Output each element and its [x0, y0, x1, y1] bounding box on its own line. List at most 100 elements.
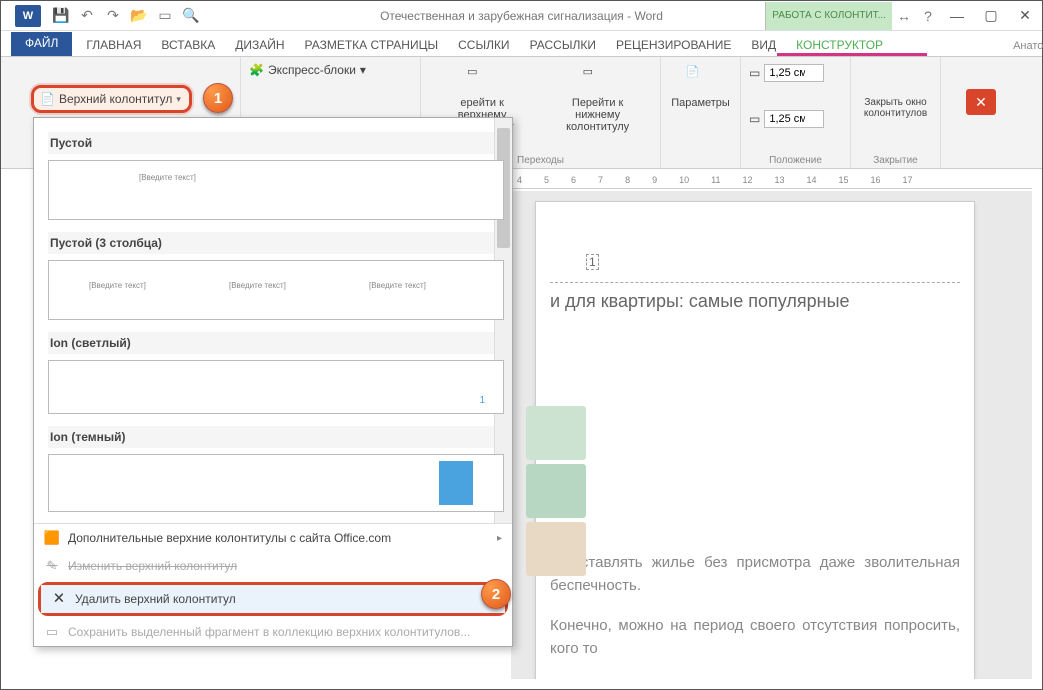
- document-page[interactable]: 1 и для квартиры: самые популярные го ос…: [535, 201, 975, 679]
- ruler-mark: 13: [774, 175, 784, 185]
- undo-icon[interactable]: ↶: [79, 8, 95, 24]
- footer-nav-icon: ▭: [583, 65, 613, 95]
- close-header-footer-button[interactable]: Закрыть окно колонтитулов: [859, 61, 932, 123]
- collapse-ribbon-icon[interactable]: ↔: [892, 8, 916, 24]
- gallery-section-empty: Пустой: [48, 132, 504, 154]
- gallery-delete-header-highlight: 🗙 Удалить верхний колонтитул 2: [38, 582, 508, 616]
- gallery-item-ion-dark[interactable]: [48, 454, 504, 512]
- document-paragraph-1: го оставлять жилье без присмотра даже зв…: [550, 552, 960, 597]
- tab-review[interactable]: РЕЦЕНЗИРОВАНИЕ: [606, 34, 741, 56]
- edit-icon: ✎: [44, 558, 60, 574]
- header-from-top-icon: ▭: [749, 66, 760, 80]
- ruler-mark: 5: [544, 175, 549, 185]
- ruler-mark: 16: [871, 175, 881, 185]
- ruler-mark: 7: [598, 175, 603, 185]
- gallery-edit-header[interactable]: ✎ Изменить верхний колонтитул: [34, 552, 512, 580]
- office-icon: 🟧: [44, 530, 60, 546]
- ruler-mark: 8: [625, 175, 630, 185]
- header-from-top-input[interactable]: [764, 64, 824, 82]
- gallery-edit-label: Изменить верхний колонтитул: [68, 559, 237, 573]
- window-title: Отечественная и зарубежная сигнализация …: [380, 9, 663, 23]
- horizontal-ruler[interactable]: 4567891011121314151617: [511, 171, 1032, 189]
- quick-parts-label: Экспресс-блоки: [268, 63, 356, 77]
- header-doc-icon: 📄: [40, 92, 55, 106]
- ruler-mark: 17: [903, 175, 913, 185]
- user-name-label[interactable]: Анатоли...: [1003, 36, 1043, 56]
- callout-2: 2: [481, 579, 511, 609]
- header-nav-icon: ▭: [467, 65, 497, 95]
- gallery-delete-header[interactable]: 🗙 Удалить верхний колонтитул 2: [41, 585, 505, 613]
- save-icon[interactable]: 💾: [53, 8, 69, 24]
- chevron-down-icon: ▾: [360, 63, 366, 77]
- save-selection-icon: ▭: [44, 624, 60, 640]
- open-icon[interactable]: 📂: [131, 8, 147, 24]
- close-group-label: Закрытие: [859, 153, 932, 166]
- placeholder-text: [Введите текст]: [89, 281, 146, 290]
- ruler-mark: 4: [517, 175, 522, 185]
- help-icon[interactable]: ?: [916, 8, 940, 24]
- footer-from-bottom-input[interactable]: [764, 110, 824, 128]
- chevron-down-icon: ▾: [176, 94, 181, 105]
- goto-footer-button[interactable]: ▭ Перейти к нижнему колонтитулу: [543, 61, 652, 153]
- options-button[interactable]: 📄 Параметры: [669, 61, 732, 113]
- new-icon[interactable]: ▭: [157, 8, 173, 24]
- gallery-item-empty3[interactable]: [Введите текст] [Введите текст] [Введите…: [48, 260, 504, 320]
- ruler-mark: 9: [652, 175, 657, 185]
- gallery-delete-label: Удалить верхний колонтитул: [75, 592, 236, 606]
- print-preview-icon[interactable]: 🔍: [183, 8, 199, 24]
- header-dropdown-button[interactable]: 📄 Верхний колонтитул ▾: [31, 85, 192, 113]
- gallery-save-selection: ▭ Сохранить выделенный фрагмент в коллек…: [34, 618, 512, 646]
- ruler-mark: 10: [679, 175, 689, 185]
- gallery-section-empty3: Пустой (3 столбца): [48, 232, 504, 254]
- delete-icon: 🗙: [51, 591, 67, 607]
- gallery-item-empty[interactable]: [Введите текст]: [48, 160, 504, 220]
- doc-image-placeholder: [526, 406, 586, 576]
- close-header-footer-label: Закрыть окно колонтитулов: [864, 97, 927, 119]
- quick-parts-icon: 🧩: [249, 63, 264, 77]
- tab-insert[interactable]: ВСТАВКА: [151, 34, 225, 56]
- gallery-section-ion-light: Ion (светлый): [48, 332, 504, 354]
- close-window-icon[interactable]: ✕: [1008, 2, 1042, 30]
- redo-icon[interactable]: ↷: [105, 8, 121, 24]
- minimize-icon[interactable]: —: [940, 2, 974, 30]
- tab-mailings[interactable]: РАССЫЛКИ: [520, 34, 606, 56]
- ribbon-tabs: ФАЙЛ ГЛАВНАЯ ВСТАВКА ДИЗАЙН РАЗМЕТКА СТР…: [1, 31, 1042, 57]
- context-tab-underline: [777, 53, 927, 56]
- gallery-section-ion-dark: Ion (темный): [48, 426, 504, 448]
- position-group-label: Положение: [749, 153, 842, 166]
- tab-page-layout[interactable]: РАЗМЕТКА СТРАНИЦЫ: [295, 34, 449, 56]
- callout-1: 1: [203, 83, 233, 113]
- ion-light-page-number: 1: [479, 395, 485, 406]
- document-heading: и для квартиры: самые популярные: [550, 291, 960, 312]
- quick-access-toolbar: 💾 ↶ ↷ 📂 ▭ 🔍: [47, 8, 205, 24]
- ruler-mark: 12: [742, 175, 752, 185]
- title-bar: W 💾 ↶ ↷ 📂 ▭ 🔍 Отечественная и зарубежная…: [1, 1, 1042, 31]
- gallery-more-online[interactable]: 🟧 Дополнительные верхние колонтитулы с с…: [34, 524, 512, 552]
- context-tab-group-label: РАБОТА С КОЛОНТИТ...: [765, 2, 892, 30]
- gallery-more-label: Дополнительные верхние колонтитулы с сай…: [68, 531, 391, 545]
- placeholder-text: [Введите текст]: [369, 281, 426, 290]
- gallery-item-ion-light[interactable]: 1: [48, 360, 504, 414]
- close-header-footer-x-icon[interactable]: ✕: [966, 89, 996, 115]
- ruler-mark: 15: [839, 175, 849, 185]
- quick-parts-button[interactable]: 🧩 Экспресс-блоки ▾: [249, 61, 412, 79]
- gallery-save-label: Сохранить выделенный фрагмент в коллекци…: [68, 625, 470, 639]
- header-dropdown-label: Верхний колонтитул: [59, 92, 172, 106]
- ruler-mark: 6: [571, 175, 576, 185]
- gallery-footer: 🟧 Дополнительные верхние колонтитулы с с…: [34, 523, 512, 646]
- options-label: Параметры: [671, 97, 730, 109]
- tab-file[interactable]: ФАЙЛ: [11, 32, 72, 56]
- tab-home[interactable]: ГЛАВНАЯ: [76, 34, 151, 56]
- goto-footer-label: Перейти к нижнему колонтитулу: [549, 97, 646, 133]
- header-page-number[interactable]: 1: [586, 254, 599, 270]
- ruler-mark: 11: [711, 175, 720, 185]
- ion-dark-accent: [439, 461, 473, 505]
- chevron-right-icon: ▸: [497, 533, 502, 544]
- tab-design[interactable]: ДИЗАЙН: [225, 34, 294, 56]
- placeholder-text: [Введите текст]: [229, 281, 286, 290]
- document-canvas: 1 и для квартиры: самые популярные го ос…: [511, 191, 1032, 679]
- placeholder-text: [Введите текст]: [139, 173, 196, 182]
- tab-references[interactable]: ССЫЛКИ: [448, 34, 519, 56]
- maximize-icon[interactable]: ▢: [974, 2, 1008, 30]
- word-app-icon: W: [15, 5, 41, 27]
